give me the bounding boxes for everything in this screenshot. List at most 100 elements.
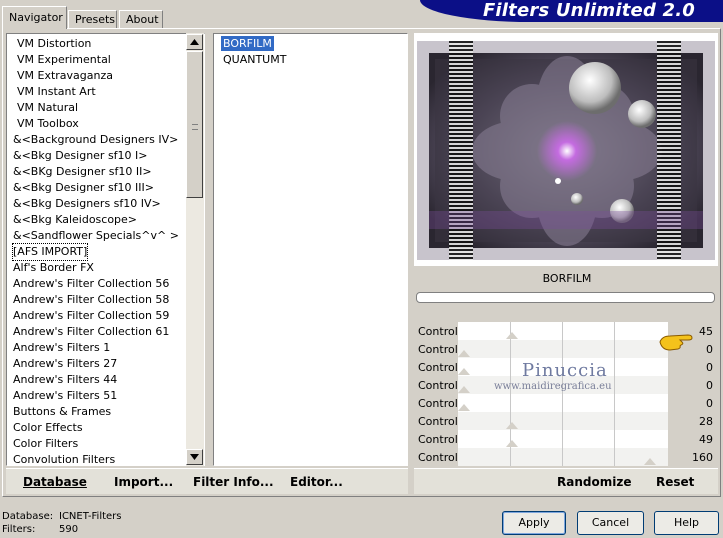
help-button[interactable]: Help bbox=[654, 511, 719, 535]
database-status-value: ICNET-Filters bbox=[59, 511, 122, 522]
scroll-up-button[interactable] bbox=[186, 34, 203, 50]
category-item[interactable]: Andrew's Filter Collection 58 bbox=[13, 292, 169, 308]
tab-about[interactable]: About bbox=[119, 10, 163, 28]
filter-info-button[interactable]: Filter Info... bbox=[193, 475, 274, 489]
cancel-button[interactable]: Cancel bbox=[577, 511, 644, 535]
slider-tick bbox=[562, 340, 563, 358]
category-item[interactable]: Color Filters bbox=[13, 436, 78, 452]
category-item[interactable]: Andrew's Filter Collection 56 bbox=[13, 276, 169, 292]
navigator-toolbar: Database Import... Filter Info... Editor… bbox=[6, 468, 408, 494]
slider-thumb[interactable] bbox=[458, 404, 470, 411]
category-scrollbar[interactable] bbox=[186, 33, 204, 466]
category-item[interactable]: VM Instant Art bbox=[17, 84, 96, 100]
watermark-subtitle: www.maidiregrafica.eu bbox=[494, 381, 612, 392]
category-item[interactable]: Andrew's Filters 1 bbox=[13, 340, 110, 356]
slider-tick bbox=[614, 358, 615, 376]
category-item[interactable]: Convolution Filters bbox=[13, 452, 115, 465]
slider-tick bbox=[614, 430, 615, 448]
scroll-down-button[interactable] bbox=[186, 449, 203, 465]
filters-status-label: Filters: bbox=[2, 524, 36, 535]
control-value: 0 bbox=[706, 343, 713, 356]
slider-tick bbox=[562, 322, 563, 340]
category-item[interactable]: VM Experimental bbox=[17, 52, 111, 68]
category-item[interactable]: &<BKg Designer sf10 II> bbox=[13, 164, 152, 180]
scroll-thumb[interactable] bbox=[186, 51, 203, 198]
category-item[interactable]: Andrew's Filter Collection 59 bbox=[13, 308, 169, 324]
slider-thumb[interactable] bbox=[506, 332, 518, 339]
control-value: 28 bbox=[699, 415, 713, 428]
selected-filter-name: BORFILM bbox=[416, 268, 718, 288]
filter-item-borfilm[interactable]: BORFILM bbox=[221, 36, 274, 51]
randomize-button[interactable]: Randomize bbox=[557, 475, 631, 489]
category-item[interactable]: &<Bkg Designer sf10 I> bbox=[13, 148, 148, 164]
slider-tick bbox=[614, 394, 615, 412]
category-item[interactable]: Buttons & Frames bbox=[13, 404, 111, 420]
tab-presets[interactable]: Presets bbox=[68, 10, 117, 28]
control-slider[interactable] bbox=[458, 412, 668, 430]
controls-toolbar: Randomize Reset bbox=[414, 468, 718, 494]
category-item[interactable]: VM Toolbox bbox=[17, 116, 79, 132]
slider-thumb[interactable] bbox=[458, 386, 470, 393]
preview-image bbox=[417, 41, 715, 260]
reset-button[interactable]: Reset bbox=[656, 475, 694, 489]
slider-tick bbox=[614, 340, 615, 358]
category-item[interactable]: Andrew's Filters 44 bbox=[13, 372, 117, 388]
database-status-label: Database: bbox=[2, 511, 54, 522]
slider-thumb[interactable] bbox=[506, 422, 518, 429]
control-slider[interactable] bbox=[458, 322, 668, 340]
slider-tick bbox=[562, 430, 563, 448]
chevron-up-icon bbox=[190, 39, 199, 45]
tab-navigator[interactable]: Navigator bbox=[2, 6, 67, 29]
category-item[interactable]: &<Bkg Designer sf10 III> bbox=[13, 180, 154, 196]
slider-tick bbox=[562, 448, 563, 466]
category-item[interactable]: Andrew's Filters 51 bbox=[13, 388, 117, 404]
category-item[interactable]: [AFS IMPORT] bbox=[11, 243, 89, 261]
slider-thumb[interactable] bbox=[506, 440, 518, 447]
control-row: Control 5 28 bbox=[414, 412, 718, 430]
control-slider[interactable] bbox=[458, 430, 668, 448]
app-title: Filters Unlimited 2.0 bbox=[482, 0, 695, 21]
control-value: 45 bbox=[699, 325, 713, 338]
apply-button[interactable]: Apply bbox=[502, 511, 566, 535]
slider-tick bbox=[614, 448, 615, 466]
slider-tick bbox=[562, 394, 563, 412]
control-slider[interactable] bbox=[458, 340, 668, 358]
filters-status-value: 590 bbox=[59, 524, 79, 535]
category-list[interactable]: VM Distortion VM Experimental VM Extravaga… bbox=[6, 33, 205, 466]
pointing-hand-icon bbox=[659, 334, 693, 351]
control-value: 160 bbox=[692, 451, 713, 464]
category-item[interactable]: Color Effects bbox=[13, 420, 83, 436]
control-row: Control 7 160 bbox=[414, 448, 718, 466]
watermark-title: Pinuccia bbox=[522, 360, 608, 381]
slider-thumb[interactable] bbox=[458, 350, 470, 357]
category-item[interactable]: &<Sandflower Specials^v^ > bbox=[13, 228, 179, 244]
control-slider[interactable] bbox=[458, 448, 668, 466]
editor-button[interactable]: Editor... bbox=[290, 475, 343, 489]
control-slider[interactable] bbox=[458, 394, 668, 412]
chevron-down-icon bbox=[190, 454, 199, 460]
slider-tick bbox=[510, 394, 511, 412]
slider-thumb[interactable] bbox=[458, 368, 470, 375]
category-item[interactable]: Alf's Border FX bbox=[13, 260, 94, 276]
slider-tick bbox=[510, 448, 511, 466]
progress-bar bbox=[416, 292, 715, 303]
control-value: 0 bbox=[706, 397, 713, 410]
category-item[interactable]: Andrew's Filter Collection 61 bbox=[13, 324, 169, 340]
category-item[interactable]: VM Natural bbox=[17, 100, 78, 116]
category-item[interactable]: &<Background Designers IV> bbox=[13, 132, 178, 148]
category-item[interactable]: VM Extravaganza bbox=[17, 68, 113, 84]
category-item[interactable]: VM Distortion bbox=[17, 36, 91, 52]
control-row: Control 6 49 bbox=[414, 430, 718, 448]
slider-thumb[interactable] bbox=[644, 458, 656, 465]
filter-list[interactable]: BORFILM QUANTUMT bbox=[213, 33, 408, 466]
grip-icon bbox=[192, 124, 198, 130]
control-value: 49 bbox=[699, 433, 713, 446]
slider-tick bbox=[510, 340, 511, 358]
database-button[interactable]: Database bbox=[23, 475, 87, 489]
category-item[interactable]: Andrew's Filters 27 bbox=[13, 356, 117, 372]
category-item[interactable]: &<Bkg Kaleidoscope> bbox=[13, 212, 137, 228]
category-item[interactable]: &<Bkg Designers sf10 IV> bbox=[13, 196, 161, 212]
import-button[interactable]: Import... bbox=[114, 475, 173, 489]
slider-tick bbox=[614, 376, 615, 394]
filter-item-quantumt[interactable]: QUANTUMT bbox=[221, 52, 288, 67]
